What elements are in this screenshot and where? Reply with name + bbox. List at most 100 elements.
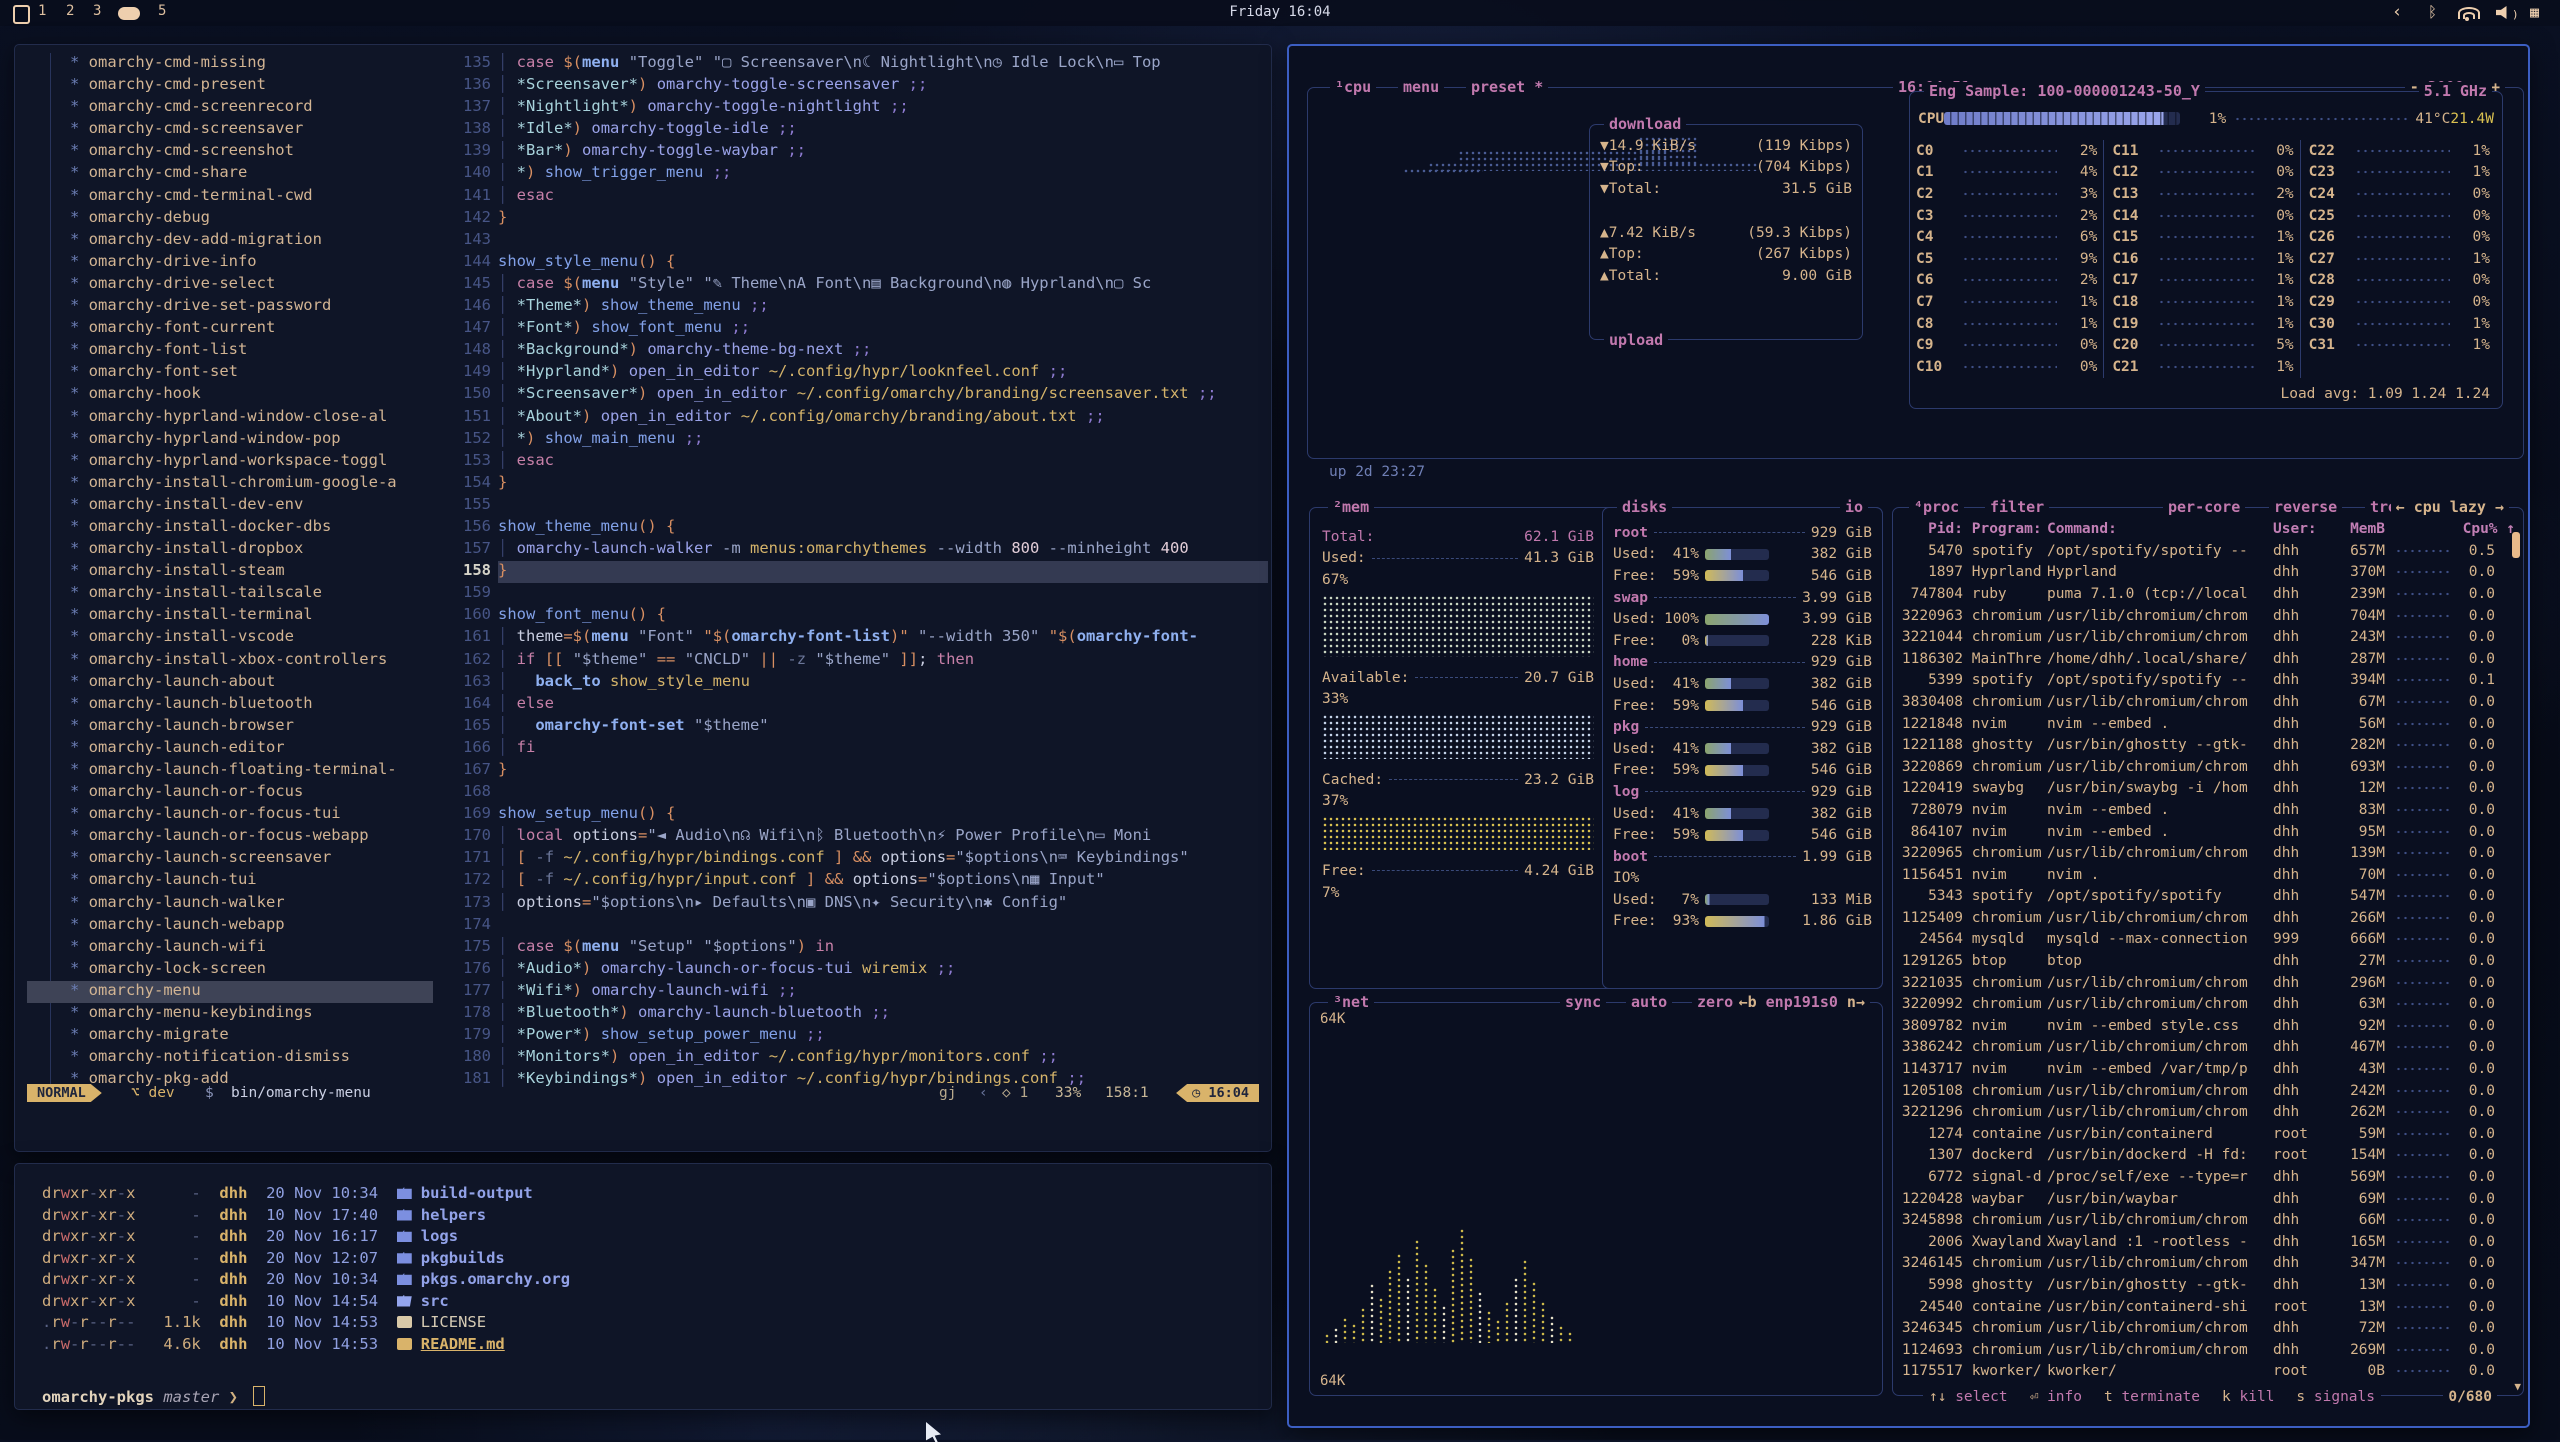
file-item[interactable]: * omarchy-launch-browser bbox=[27, 716, 433, 738]
proc-row[interactable]: 1124693 chromium/usr/lib/chromium/chromd… bbox=[1901, 1339, 2515, 1361]
diagnostics[interactable]: ◇ 1 bbox=[1002, 1085, 1028, 1101]
footer-select[interactable]: ↑↓ select bbox=[1929, 1389, 2008, 1405]
proc-row[interactable]: 3221044 chromium/usr/lib/chromium/chromd… bbox=[1901, 626, 2515, 648]
proc-row[interactable]: 3221296 chromium/usr/lib/chromium/chromd… bbox=[1901, 1101, 2515, 1123]
file-item[interactable]: * omarchy-install-docker-dbs bbox=[27, 517, 433, 539]
file-item[interactable]: * omarchy-migrate bbox=[27, 1025, 433, 1047]
proc-sort[interactable]: ← cpu lazy → bbox=[2391, 498, 2509, 516]
cpu-tab-0[interactable]: ¹cpu bbox=[1330, 78, 1376, 96]
proc-row[interactable]: 5343 spotify/opt/spotify/spotifydhh547M0… bbox=[1901, 886, 2515, 908]
net-tab-auto[interactable]: auto bbox=[1626, 993, 1672, 1011]
chevron-left-icon[interactable]: ‹ bbox=[2392, 2, 2402, 22]
file-item[interactable]: * omarchy-launch-editor bbox=[27, 738, 433, 760]
listing-row[interactable]: .rw-r--r-- 4.6k dhh 10 Nov 14:53 README.… bbox=[42, 1335, 1242, 1357]
proc-row[interactable]: 1307 dockerd/usr/bin/dockerd -H fd:root1… bbox=[1901, 1145, 2515, 1167]
file-item[interactable]: * omarchy-cmd-missing bbox=[27, 53, 433, 75]
listing-row[interactable]: drwxr-xr-x - dhh 10 Nov 17:40 helpers bbox=[42, 1206, 1242, 1228]
file-item[interactable]: * omarchy-hook bbox=[27, 384, 433, 406]
proc-row[interactable]: 747804 rubypuma 7.1.0 (tcp://localdhh239… bbox=[1901, 583, 2515, 605]
listing-row[interactable]: .rw-r--r-- 1.1k dhh 10 Nov 14:53 LICENSE bbox=[42, 1313, 1242, 1335]
proc-row[interactable]: 3220963 chromium/usr/lib/chromium/chromd… bbox=[1901, 605, 2515, 627]
mem-tab[interactable]: ²mem bbox=[1328, 498, 1374, 516]
net-tab[interactable]: ³net bbox=[1328, 993, 1374, 1011]
file-item[interactable]: * omarchy-notification-dismiss bbox=[27, 1047, 433, 1069]
file-item[interactable]: * omarchy-cmd-terminal-cwd bbox=[27, 186, 433, 208]
file-item[interactable]: * omarchy-launch-tui bbox=[27, 870, 433, 892]
code-pane[interactable]: │ case $(menu "Toggle" "▢ Screensaver\n☾… bbox=[498, 53, 1268, 1091]
cpu-tab-1[interactable]: menu bbox=[1398, 78, 1444, 96]
proc-row[interactable]: 5998 ghostty/usr/bin/ghostty --gtk-dhh13… bbox=[1901, 1274, 2515, 1296]
proc-row[interactable]: 3221035 chromium/usr/lib/chromium/chromd… bbox=[1901, 972, 2515, 994]
disk-name-row[interactable]: root929 GiB bbox=[1613, 522, 1872, 544]
proc-row[interactable]: 3220869 chromium/usr/lib/chromium/chromd… bbox=[1901, 756, 2515, 778]
proc-row[interactable]: 3246345 chromium/usr/lib/chromium/chromd… bbox=[1901, 1317, 2515, 1339]
disk-name-row[interactable]: swap3.99 GiB bbox=[1613, 587, 1872, 609]
proc-row[interactable]: 1175517 kworker/kworker/root0B0.0 bbox=[1901, 1361, 2515, 1383]
bluetooth-icon[interactable]: ᛒ bbox=[2428, 3, 2437, 21]
listing-row[interactable]: drwxr-xr-x - dhh 10 Nov 14:54 src bbox=[42, 1292, 1242, 1314]
file-item[interactable]: * omarchy-cmd-screenrecord bbox=[27, 97, 433, 119]
file-item[interactable]: * omarchy-launch-about bbox=[27, 672, 433, 694]
listing-row[interactable]: drwxr-xr-x - dhh 20 Nov 10:34 build-outp… bbox=[42, 1184, 1242, 1206]
shell-prompt[interactable]: omarchy-pkgs master ❯ bbox=[42, 1386, 265, 1406]
proc-tab-0[interactable]: ⁴proc bbox=[1909, 498, 1964, 516]
file-item[interactable]: * omarchy-launch-floating-terminal- bbox=[27, 760, 433, 782]
disks-tab[interactable]: disks bbox=[1617, 498, 1672, 516]
proc-row[interactable]: 1274 containe/usr/bin/containerdroot59M0… bbox=[1901, 1123, 2515, 1145]
file-item[interactable]: * omarchy-cmd-present bbox=[27, 75, 433, 97]
proc-tab-3[interactable]: reverse bbox=[2269, 498, 2342, 516]
file-item[interactable]: * omarchy-install-dev-env bbox=[27, 495, 433, 517]
proc-scrollbar-thumb[interactable] bbox=[2512, 532, 2520, 558]
proc-row[interactable]: 3809782 nvimnvim --embed style.cssdhh92M… bbox=[1901, 1015, 2515, 1037]
proc-row[interactable]: 1143717 nvimnvim --embed /var/tmp/pdhh43… bbox=[1901, 1058, 2515, 1080]
file-item[interactable]: * omarchy-drive-set-password bbox=[27, 296, 433, 318]
proc-row[interactable]: 1897 HyprlandHyprlanddhh370M0.0 bbox=[1901, 562, 2515, 584]
proc-row[interactable]: 3245898 chromium/usr/lib/chromium/chromd… bbox=[1901, 1209, 2515, 1231]
proc-row[interactable]: 1291265 btopbtopdhh27M0.0 bbox=[1901, 950, 2515, 972]
proc-row[interactable]: 1186302 MainThre/home/dhh/.local/share/d… bbox=[1901, 648, 2515, 670]
listing-row[interactable]: drwxr-xr-x - dhh 20 Nov 12:07 pkgbuilds bbox=[42, 1249, 1242, 1271]
file-item[interactable]: * omarchy-install-tailscale bbox=[27, 583, 433, 605]
file-item[interactable]: * omarchy-install-vscode bbox=[27, 627, 433, 649]
file-item[interactable]: * omarchy-font-list bbox=[27, 340, 433, 362]
file-item[interactable]: * omarchy-launch-walker bbox=[27, 893, 433, 915]
listing-row[interactable]: drwxr-xr-x - dhh 20 Nov 16:17 logs bbox=[42, 1227, 1242, 1249]
proc-row[interactable]: 3246145 chromium/usr/lib/chromium/chromd… bbox=[1901, 1253, 2515, 1275]
disk-name-row[interactable]: log929 GiB bbox=[1613, 781, 1872, 803]
file-item[interactable]: * omarchy-hyprland-window-close-al bbox=[27, 407, 433, 429]
proc-row[interactable]: 3220992 chromium/usr/lib/chromium/chromd… bbox=[1901, 993, 2515, 1015]
footer-info[interactable]: ⏎ info bbox=[2030, 1389, 2082, 1405]
file-item[interactable]: * omarchy-launch-bluetooth bbox=[27, 694, 433, 716]
disk-name-row[interactable]: home929 GiB bbox=[1613, 652, 1872, 674]
file-item[interactable]: * omarchy-dev-add-migration bbox=[27, 230, 433, 252]
file-item[interactable]: * omarchy-launch-screensaver bbox=[27, 848, 433, 870]
proc-row[interactable]: 3830408 chromium/usr/lib/chromium/chromd… bbox=[1901, 691, 2515, 713]
proc-row[interactable]: 1156451 nvimnvim .dhh70M0.0 bbox=[1901, 864, 2515, 886]
cpu-icon[interactable]: ▦ bbox=[2530, 3, 2539, 21]
file-item[interactable]: * omarchy-install-chromium-google-a bbox=[27, 473, 433, 495]
footer-kill[interactable]: k kill bbox=[2222, 1389, 2274, 1405]
file-item[interactable]: * omarchy-hyprland-workspace-toggl bbox=[27, 451, 433, 473]
proc-row[interactable]: 1221188 ghostty/usr/bin/ghostty --gtk-dh… bbox=[1901, 734, 2515, 756]
file-item[interactable]: * omarchy-cmd-share bbox=[27, 163, 433, 185]
proc-tab-2[interactable]: per-core bbox=[2163, 498, 2245, 516]
proc-row[interactable]: 1221848 nvimnvim --embed .dhh56M0.0 bbox=[1901, 713, 2515, 735]
proc-row[interactable]: 864107 nvimnvim --embed .dhh95M0.0 bbox=[1901, 821, 2515, 843]
footer-signals[interactable]: s signals bbox=[2296, 1389, 2375, 1405]
io-tab[interactable]: io bbox=[1840, 498, 1868, 516]
file-item[interactable]: * omarchy-menu-keybindings bbox=[27, 1003, 433, 1025]
file-item[interactable]: * omarchy-install-terminal bbox=[27, 605, 433, 627]
file-item[interactable]: * omarchy-cmd-screensaver bbox=[27, 119, 433, 141]
file-item[interactable]: * omarchy-drive-info bbox=[27, 252, 433, 274]
file-item[interactable]: * omarchy-menu bbox=[27, 981, 433, 1003]
proc-row[interactable]: 3220965 chromium/usr/lib/chromium/chromd… bbox=[1901, 842, 2515, 864]
proc-row[interactable]: 2006 XwaylandXwayland :1 -rootless -dhh1… bbox=[1901, 1231, 2515, 1253]
proc-row[interactable]: 3386242 chromium/usr/lib/chromium/chromd… bbox=[1901, 1037, 2515, 1059]
proc-row[interactable]: 24540 containe/usr/bin/containerd-shiroo… bbox=[1901, 1296, 2515, 1318]
disk-name-row[interactable]: boot1.99 GiB bbox=[1613, 846, 1872, 868]
net-tab-zero[interactable]: zero bbox=[1692, 993, 1738, 1011]
cpu-tab-2[interactable]: preset * bbox=[1466, 78, 1548, 96]
file-item[interactable]: * omarchy-lock-screen bbox=[27, 959, 433, 981]
proc-row[interactable]: 1220419 swaybg/usr/bin/swaybg -i /homdhh… bbox=[1901, 778, 2515, 800]
proc-row[interactable]: 5470 spotify/opt/spotify/spotify --dhh65… bbox=[1901, 540, 2515, 562]
